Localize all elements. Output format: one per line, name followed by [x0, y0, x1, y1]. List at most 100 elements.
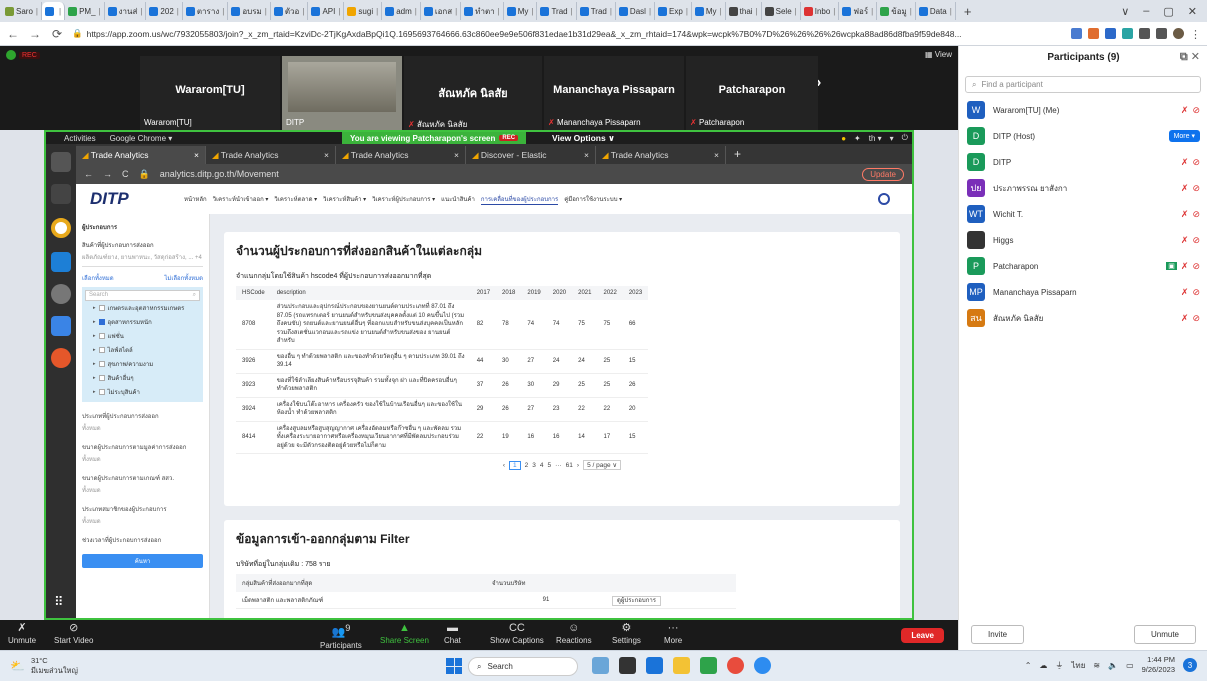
browser-tab[interactable]: Exp |	[655, 2, 692, 20]
address-bar[interactable]: 🔒 https://app.zoom.us/wc/7932055803/join…	[72, 28, 1063, 39]
postman-icon[interactable]	[51, 348, 71, 368]
browser-tab[interactable]: Sele |	[762, 2, 801, 20]
view-options-button[interactable]: View Options ∨	[552, 132, 615, 144]
close-icon[interactable]: |	[833, 7, 835, 16]
close-icon[interactable]: |	[950, 7, 952, 16]
usb-icon[interactable]: ⏚	[1055, 660, 1063, 671]
smile-control[interactable]: ☺ Reactions	[556, 622, 592, 645]
inner-tab[interactable]: ◢ Trade Analytics ×	[76, 146, 206, 164]
pagination-item[interactable]: 5	[548, 462, 552, 469]
close-icon[interactable]: ×	[714, 150, 719, 160]
participant-row[interactable]: ปย ประภาพรรณ ยาสังกา ✗ ⊘	[959, 176, 1207, 200]
app-grid-icon[interactable]: ⠿	[54, 594, 64, 610]
site-nav-item[interactable]: วิเคราะห์สินค้า ▾	[323, 194, 366, 205]
close-icon[interactable]: |	[649, 7, 651, 16]
filter-item[interactable]: ▸ ไลฟ์สไตล์	[85, 343, 200, 357]
chevron-right-icon[interactable]: ▸	[93, 319, 96, 325]
browser-tab[interactable]: Dasl |	[616, 2, 656, 20]
chrome-icon[interactable]	[51, 218, 71, 238]
close-icon[interactable]: ×	[584, 150, 589, 160]
forward-arrow-icon[interactable]: →	[28, 27, 42, 41]
files-icon[interactable]	[51, 152, 71, 172]
extension-icon[interactable]	[1122, 28, 1133, 39]
pagination-item[interactable]: ›	[577, 462, 579, 469]
site-nav-item[interactable]: วิเคราะห์นำเข้าออก ▾	[213, 194, 269, 205]
filter-item[interactable]: ▸ อุตสาหกรรมหนัก	[85, 315, 200, 329]
inner-tab[interactable]: ◢ Trade Analytics ×	[596, 146, 726, 164]
browser-tab[interactable]: ฟอร์ |	[839, 2, 878, 20]
filter-item[interactable]: ▸ แฟชั่น	[85, 329, 200, 343]
back-arrow-icon[interactable]: ←	[6, 27, 20, 41]
taskbar-search[interactable]: ⌕ Search	[468, 657, 578, 676]
extension-icon[interactable]	[1088, 28, 1099, 39]
view-exporters-button[interactable]: ดูผู้ประกอบการ	[612, 596, 661, 606]
app-icon[interactable]	[592, 657, 609, 674]
reload-icon[interactable]: ⟳	[50, 27, 64, 41]
participant-row[interactable]: P Patcharapon ▣ ✗ ⊘	[959, 254, 1207, 278]
product-group-filter[interactable]: สินค้าที่ผู้ประกอบการส่งออก ผลิตภัณฑ์ยาง…	[82, 240, 203, 267]
close-icon[interactable]: |	[265, 7, 267, 16]
participant-row[interactable]: W Wararom[TU] (Me) ✗ ⊘	[959, 98, 1207, 122]
close-icon[interactable]: |	[222, 7, 224, 16]
participant-search-input[interactable]: ⌕ Find a participant	[965, 76, 1201, 93]
reload-icon[interactable]: C	[122, 169, 129, 179]
participant-row[interactable]: Higgs ✗ ⊘	[959, 228, 1207, 252]
browser-tab[interactable]: ตาราง |	[183, 2, 229, 20]
settings-icon[interactable]	[51, 284, 71, 304]
filter-section[interactable]: ช่วงเวลาที่ผู้ประกอบการส่งออก	[82, 535, 203, 545]
back-arrow-icon[interactable]: ←	[84, 169, 93, 179]
browser-tab[interactable]: ข้อมู |	[877, 2, 916, 20]
pagination-item[interactable]: 4	[540, 462, 544, 469]
browser-tab[interactable]: Trad |	[577, 2, 616, 20]
close-icon[interactable]: |	[571, 7, 573, 16]
close-icon[interactable]: |	[795, 7, 797, 16]
participant-row[interactable]: MP Mananchaya Pissaparn ✗ ⊘	[959, 280, 1207, 304]
close-icon[interactable]: |	[302, 7, 304, 16]
site-nav-item[interactable]: แนะนำสินค้า	[441, 194, 475, 205]
browser-tab[interactable]: 202 |	[146, 2, 183, 20]
close-icon[interactable]: |	[177, 7, 179, 16]
site-nav-item[interactable]: หน้าหลัก	[184, 194, 207, 205]
inner-tab[interactable]: ◢ Trade Analytics ×	[206, 146, 336, 164]
terminal-icon[interactable]	[51, 184, 71, 204]
chat-control[interactable]: ▬ Chat	[444, 622, 461, 645]
browser-tab[interactable]: Saro |	[2, 2, 42, 20]
cc-control[interactable]: CC Show Captions	[490, 622, 544, 645]
close-icon[interactable]: |	[686, 7, 688, 16]
file-explorer-icon[interactable]	[673, 657, 690, 674]
browser-tab[interactable]: Trad |	[537, 2, 577, 20]
browser-tab[interactable]: API |	[308, 2, 345, 20]
extension-icon[interactable]	[1105, 28, 1116, 39]
close-icon[interactable]: |	[910, 7, 912, 16]
popout-close-icon[interactable]: ⧉ ✕	[1180, 50, 1200, 64]
close-icon[interactable]: ×	[454, 150, 459, 160]
column-header[interactable]: 2019	[521, 286, 547, 300]
participant-row[interactable]: สน สัณหภัค นิลสัย ✗ ⊘	[959, 306, 1207, 330]
filter-section[interactable]: ประเภทที่ผู้ประกอบการส่งออก ทั้งหมด	[82, 411, 203, 433]
cloud-icon[interactable]: ☁	[1039, 661, 1047, 670]
chevron-right-icon[interactable]: ▸	[93, 375, 96, 381]
weather-widget[interactable]: ⛅ 31°C มีเมฆส่วนใหญ่	[10, 656, 78, 676]
browser-tab[interactable]: My |	[504, 2, 538, 20]
close-icon[interactable]: |	[531, 7, 533, 16]
browser-tab[interactable]: sugi |	[344, 2, 383, 20]
minimize-button[interactable]: –	[1143, 5, 1149, 17]
browser-tab[interactable]: งานส่ |	[105, 2, 147, 20]
windows-start-icon[interactable]	[446, 658, 462, 674]
share-control[interactable]: ▲ Share Screen	[380, 622, 429, 645]
inner-tab[interactable]: ◢ Trade Analytics ×	[336, 146, 466, 164]
puzzle-icon[interactable]	[1139, 28, 1150, 39]
video-off-control[interactable]: ⊘ Start Video	[54, 622, 93, 645]
input-language[interactable]: ไทย	[1071, 659, 1085, 672]
video-tile[interactable]: Mananchaya Pissaparn ✗ Mananchaya Pissapa…	[544, 56, 684, 130]
checkbox[interactable]	[98, 375, 105, 381]
select-all-link[interactable]: เลือกทั้งหมด	[82, 273, 114, 283]
participant-row[interactable]: D DITP (Host) More ▾	[959, 124, 1207, 148]
participant-row[interactable]: WT Wichit T. ✗ ⊘	[959, 202, 1207, 226]
checkbox[interactable]	[98, 305, 105, 311]
pagination-item[interactable]: 61	[566, 462, 573, 469]
close-icon[interactable]: |	[720, 7, 722, 16]
line-icon[interactable]	[700, 657, 717, 674]
column-header[interactable]: 2021	[572, 286, 598, 300]
filter-search-input[interactable]: Search ⌕	[85, 290, 200, 301]
